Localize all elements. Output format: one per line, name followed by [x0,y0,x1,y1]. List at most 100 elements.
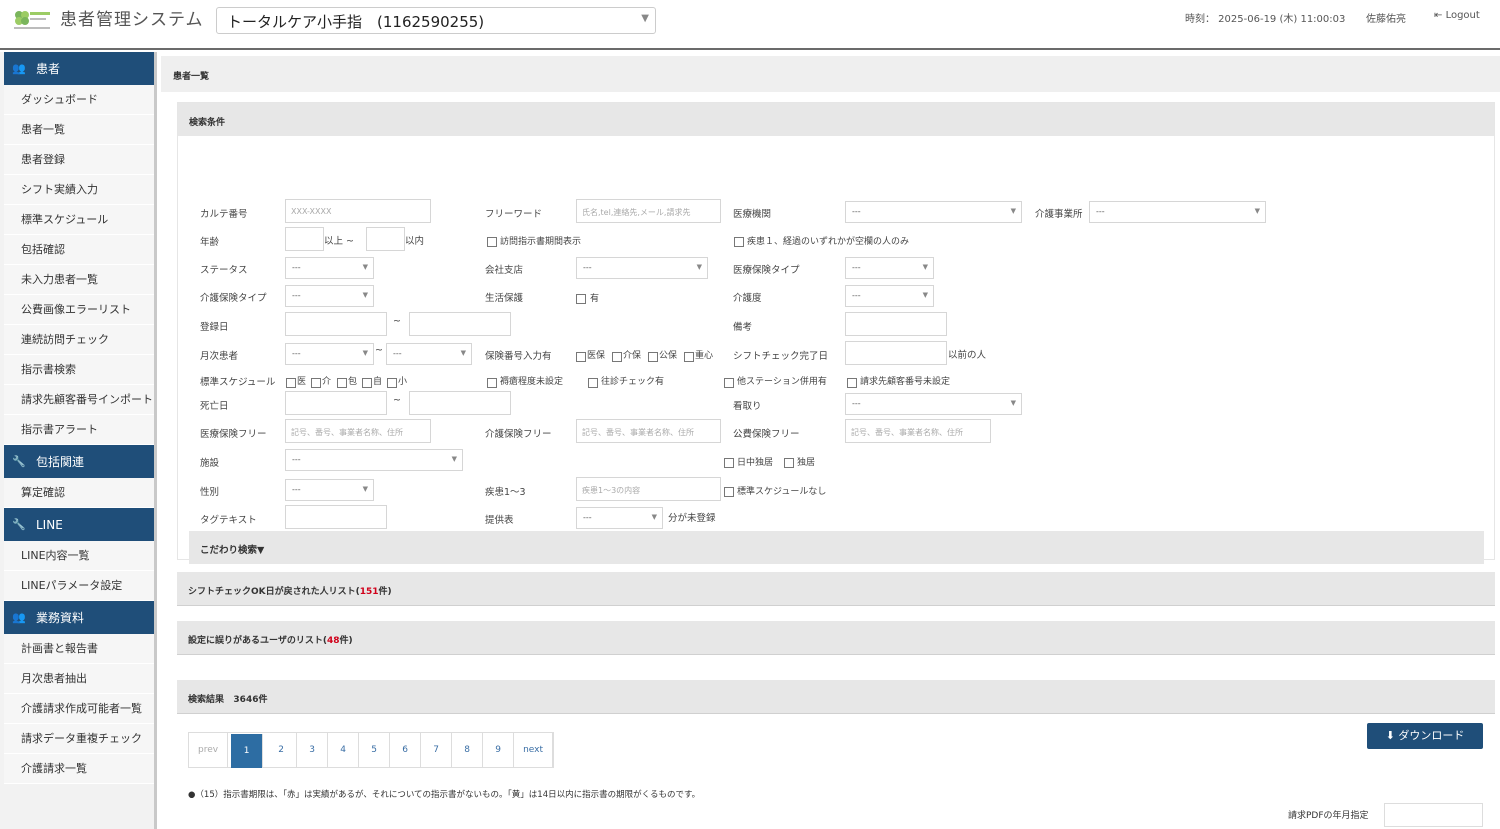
page-prev[interactable]: prev [189,733,229,767]
chart-no-input[interactable]: XXX-XXXX [285,199,431,223]
monthly-from-select[interactable]: --- ▼ [285,343,374,365]
care-level-select[interactable]: --- ▼ [845,285,934,307]
medical-ins-type-select[interactable]: --- ▼ [845,257,934,279]
ins-severe-checkbox[interactable] [684,352,694,362]
sidebar-item-care-billable[interactable]: 介護請求作成可能者一覧 [4,694,154,724]
sidebar-item-consecutive-visit[interactable]: 連続訪問チェック [4,325,154,355]
terminal-select[interactable]: --- ▼ [845,393,1022,415]
tag-input[interactable] [285,505,387,529]
sidebar-item-calc-check[interactable]: 算定確認 [4,478,154,508]
sidebar-item-line-params[interactable]: LINEパラメータ設定 [4,571,154,601]
facility-select[interactable]: トータルケア小手指 (1162590255) ▼ [216,7,656,34]
welfare-checkbox[interactable] [576,294,586,304]
no-std-schedule-checkbox[interactable] [724,487,734,497]
sidebar-item-plans-reports[interactable]: 計画書と報告書 [4,634,154,664]
medical-institution-select[interactable]: --- ▼ [845,201,1022,223]
shift-check-input[interactable] [845,341,947,365]
pdf-month-input[interactable] [1384,803,1483,827]
remarks-label: 備考 [733,322,753,333]
sidebar-item-billing-dup-check[interactable]: 請求データ重複チェック [4,724,154,754]
registered-date-from[interactable] [285,312,387,336]
sidebar-section-line[interactable]: 🔧 LINE [4,508,154,541]
gender-select[interactable]: --- ▼ [285,479,374,501]
daytime-alone-checkbox[interactable] [724,458,734,468]
death-date-from[interactable] [285,391,387,415]
sidebar-item-public-image-errors[interactable]: 公費画像エラーリスト [4,295,154,325]
std-small-checkbox[interactable] [387,378,397,388]
chevron-down-icon: ▼ [641,13,649,24]
page-4[interactable]: 4 [328,733,360,767]
facility-filter-select[interactable]: --- ▼ [285,449,463,471]
disease-input[interactable]: 疾患1～3の内容 [576,477,721,501]
remarks-input[interactable] [845,312,947,336]
ins-public-checkbox[interactable] [648,352,658,362]
age-from-input[interactable] [285,227,324,251]
ins-care-checkbox[interactable] [612,352,622,362]
age-to-input[interactable] [366,227,405,251]
sidebar-item-instruction-search[interactable]: 指示書検索 [4,355,154,385]
select-value: --- [292,349,301,358]
company-branch-select[interactable]: --- ▼ [576,257,708,279]
tag-label: タグテキスト [200,515,257,526]
sidebar-item-instruction-alert[interactable]: 指示書アラート [4,415,154,445]
care-free-input[interactable]: 記号、番号、事業者名称、住所 [576,419,721,443]
billing-unset-checkbox[interactable] [847,378,857,388]
status-select[interactable]: --- ▼ [285,257,374,279]
std-inclusive-checkbox[interactable] [337,378,347,388]
page-3[interactable]: 3 [297,733,329,767]
provision-select[interactable]: --- ▼ [576,507,663,529]
page-7[interactable]: 7 [421,733,453,767]
std-care-checkbox[interactable] [311,378,321,388]
std-self-checkbox[interactable] [362,378,372,388]
alone-checkbox[interactable] [784,458,794,468]
download-button[interactable]: ⬇ ダウンロード [1367,723,1483,749]
sidebar-item-shift-input[interactable]: シフト実績入力 [4,175,154,205]
medical-institution-label: 医療機関 [733,209,772,220]
death-date-to[interactable] [409,391,511,415]
sidebar-item-care-billing-list[interactable]: 介護請求一覧 [4,754,154,784]
user-name[interactable]: 佐藤佑亮 [1366,10,1406,25]
page-1[interactable]: 1 [231,734,264,768]
ins-medical-checkbox[interactable] [576,352,586,362]
sidebar-item-unentered-patients[interactable]: 未入力患者一覧 [4,265,154,295]
sidebar-item-dashboard[interactable]: ダッシュボード [4,85,154,115]
sidebar-section-business-docs[interactable]: 👥 業務資料 [4,601,154,634]
visit-period-checkbox[interactable] [487,237,497,247]
page-8[interactable]: 8 [452,733,484,767]
care-ins-type-select[interactable]: --- ▼ [285,285,374,307]
home-check-checkbox[interactable] [588,378,598,388]
sidebar-item-patient-register[interactable]: 患者登録 [4,145,154,175]
logout-link[interactable]: ⇤ Logout [1434,10,1480,21]
monthly-to-select[interactable]: --- ▼ [386,343,472,365]
care-office-select[interactable]: --- ▼ [1089,201,1266,223]
medical-free-input[interactable]: 記号、番号、事業者名称、住所 [285,419,431,443]
setting-error-list[interactable]: 設定に誤りがあるユーザのリスト(48件) [177,621,1495,655]
sidebar-item-standard-schedule[interactable]: 標準スケジュール [4,205,154,235]
sidebar-item-patient-list[interactable]: 患者一覧 [4,115,154,145]
std-medical-checkbox[interactable] [286,378,296,388]
free-word-input[interactable]: 氏名,tel,連絡先,メール,請求先 [576,199,721,223]
disease-blank-checkbox[interactable] [734,237,744,247]
clover-logo [14,11,50,29]
sidebar-section-inclusive[interactable]: 🔧 包括関連 [4,445,154,478]
page-2[interactable]: 2 [266,733,298,767]
sidebar-section-patients[interactable]: 👥 患者 [4,52,154,85]
registered-date-to[interactable] [409,312,511,336]
gender-label: 性別 [200,487,220,498]
page-6[interactable]: 6 [390,733,422,767]
sidebar-item-inclusive-check[interactable]: 包括確認 [4,235,154,265]
pagination: prev 1 2 3 4 5 6 7 8 9 next [188,732,555,768]
advanced-search-toggle[interactable]: こだわり検索▼ [189,531,1484,564]
page-5[interactable]: 5 [359,733,391,767]
other-station-checkbox[interactable] [724,378,734,388]
users-icon: 👥 [12,62,26,75]
severity-checkbox[interactable] [487,378,497,388]
page-9[interactable]: 9 [483,733,515,767]
sidebar-item-billing-import[interactable]: 請求先顧客番号インポート [4,385,154,415]
sidebar-item-monthly-extract[interactable]: 月次患者抽出 [4,664,154,694]
page-next[interactable]: next [514,733,554,767]
public-free-input[interactable]: 記号、番号、事業者名称、住所 [845,419,991,443]
select-value: --- [852,291,861,300]
shift-returned-list[interactable]: シフトチェックOK日が戻された人リスト(151件) [177,572,1495,606]
sidebar-item-line-content[interactable]: LINE内容一覧 [4,541,154,571]
